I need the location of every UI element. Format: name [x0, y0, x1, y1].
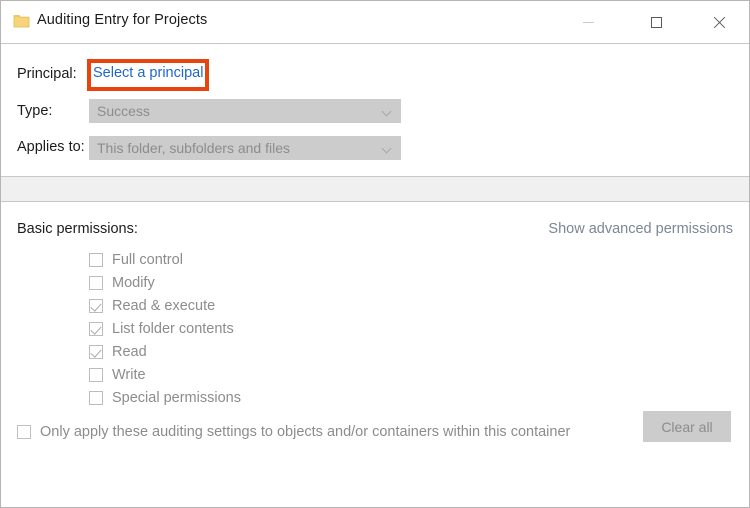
permission-checkbox[interactable] — [89, 390, 103, 405]
minimize-button[interactable] — [565, 1, 611, 43]
window-title: Auditing Entry for Projects — [37, 12, 208, 28]
type-label: Type: — [17, 103, 53, 119]
only-apply-label: Only apply these auditing settings to ob… — [40, 424, 571, 440]
title-bar: Auditing Entry for Projects — [1, 1, 749, 44]
show-advanced-permissions-link[interactable]: Show advanced permissions — [548, 221, 733, 237]
type-value: Success — [97, 103, 150, 119]
chevron-down-icon — [383, 145, 391, 153]
principal-label: Principal: — [17, 66, 77, 82]
permission-label: Write — [112, 366, 146, 383]
list-item[interactable]: Read & execute — [89, 294, 509, 317]
auditing-entry-dialog: Auditing Entry for Projects Principal: S… — [0, 0, 750, 508]
permission-label: List folder contents — [112, 320, 234, 337]
permission-checkbox[interactable] — [89, 344, 103, 359]
list-item[interactable]: Modify — [89, 271, 509, 294]
permission-checkbox[interactable] — [89, 252, 103, 267]
clear-all-button[interactable]: Clear all — [643, 411, 731, 442]
permissions-list: Full control Modify Read & execute List … — [89, 248, 509, 409]
chevron-down-icon — [383, 108, 391, 116]
close-icon — [712, 16, 725, 29]
minimize-icon — [582, 21, 594, 23]
permission-label: Special permissions — [112, 389, 241, 406]
maximize-button[interactable] — [633, 1, 679, 43]
permission-label: Read & execute — [112, 297, 216, 314]
basic-permissions-label: Basic permissions: — [17, 221, 138, 237]
type-dropdown[interactable]: Success — [89, 99, 401, 123]
select-principal-link[interactable]: Select a principal — [93, 65, 203, 81]
list-item[interactable]: Read — [89, 340, 509, 363]
list-item[interactable]: Write — [89, 363, 509, 386]
permission-checkbox[interactable] — [89, 367, 103, 382]
section-divider-band — [1, 176, 749, 202]
only-apply-checkbox-row[interactable]: Only apply these auditing settings to ob… — [17, 424, 570, 440]
permission-label: Full control — [112, 251, 183, 268]
permission-label: Read — [112, 343, 147, 360]
applies-to-dropdown[interactable]: This folder, subfolders and files — [89, 136, 401, 160]
close-button[interactable] — [695, 1, 741, 43]
permission-label: Modify — [112, 274, 155, 291]
maximize-icon — [650, 16, 662, 28]
permission-checkbox[interactable] — [89, 298, 103, 313]
only-apply-checkbox[interactable] — [17, 425, 31, 439]
list-item[interactable]: Special permissions — [89, 386, 509, 409]
applies-to-value: This folder, subfolders and files — [97, 140, 290, 156]
form-section: Principal: Select a principal Type: Succ… — [1, 44, 749, 176]
list-item[interactable]: Full control — [89, 248, 509, 271]
permission-checkbox[interactable] — [89, 321, 103, 336]
list-item[interactable]: List folder contents — [89, 317, 509, 340]
permission-checkbox[interactable] — [89, 275, 103, 290]
folder-icon — [13, 13, 30, 29]
applies-to-label: Applies to: — [17, 139, 85, 155]
permissions-section: Basic permissions: Show advanced permiss… — [1, 202, 749, 507]
